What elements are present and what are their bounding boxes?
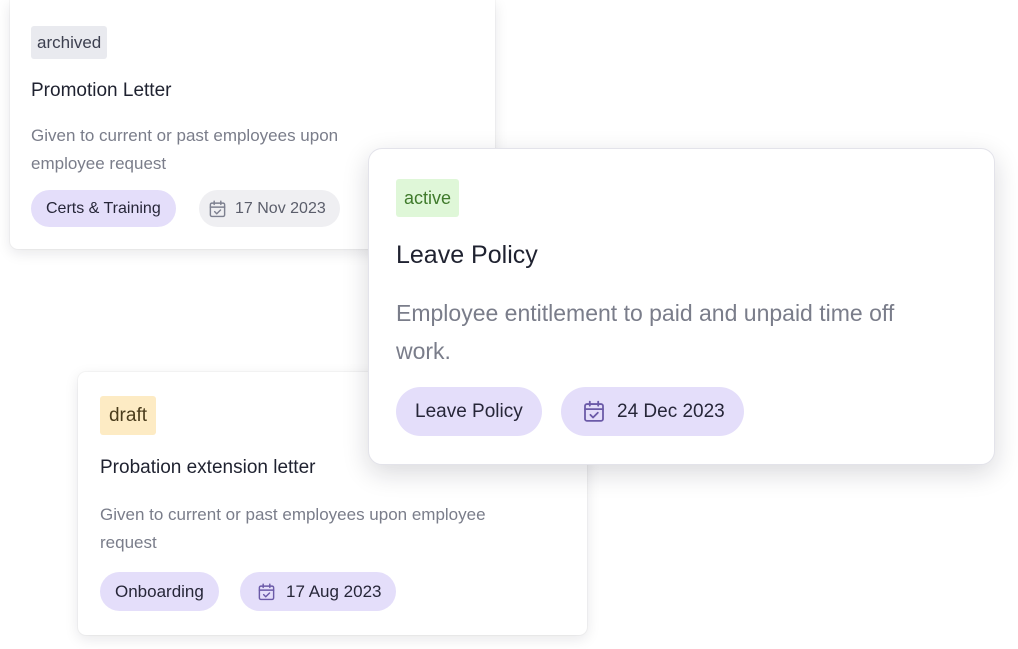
card-description: Given to current or past employees upon …: [31, 126, 339, 173]
date-text: 17 Nov 2023: [235, 199, 326, 217]
category-chip[interactable]: Certs & Training: [31, 190, 176, 227]
card-title[interactable]: Leave Policy: [396, 241, 538, 270]
date-chip: 17 Aug 2023: [240, 572, 397, 611]
status-badge-archived: archived: [31, 26, 108, 59]
calendar-check-icon: [257, 582, 276, 602]
card-title[interactable]: Probation extension letter: [100, 457, 315, 479]
date-chip: 17 Nov 2023: [199, 190, 340, 227]
calendar-check-icon: [208, 199, 227, 219]
card-description: Given to current or past employees upon …: [100, 505, 486, 552]
date-chip: 24 Dec 2023: [561, 387, 744, 436]
status-badge-draft: draft: [100, 396, 156, 435]
category-chip[interactable]: Leave Policy: [396, 387, 542, 436]
category-chip[interactable]: Onboarding: [100, 572, 219, 611]
card-description: Employee entitlement to paid and unpaid …: [396, 300, 895, 364]
card-title[interactable]: Promotion Letter: [31, 80, 171, 102]
document-card-leave-policy[interactable]: active Leave Policy Employee entitlement…: [368, 148, 995, 465]
status-badge-active: active: [396, 179, 460, 217]
calendar-check-icon: [582, 399, 606, 424]
date-text: 24 Dec 2023: [617, 400, 725, 422]
date-text: 17 Aug 2023: [286, 581, 382, 601]
